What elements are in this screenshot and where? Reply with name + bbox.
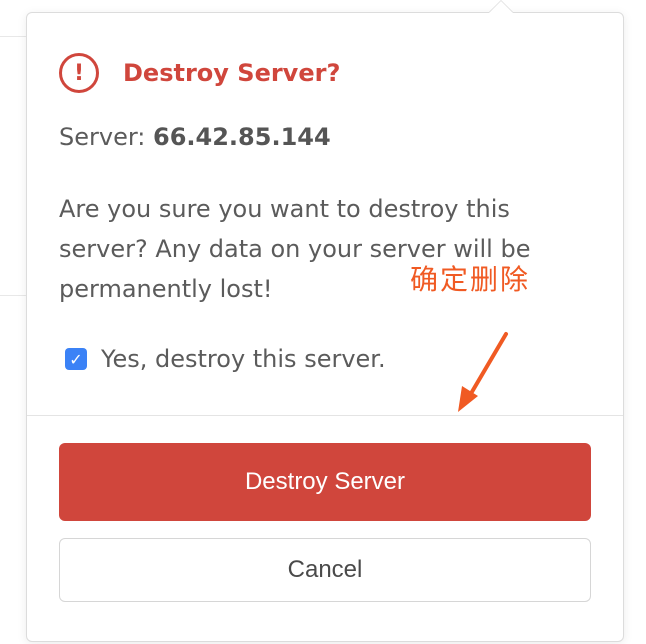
destroy-server-button[interactable]: Destroy Server [59,443,591,521]
destroy-server-popover: ! Destroy Server? Server: 66.42.85.144 A… [26,12,624,642]
annotation-label: 确定删除 [410,263,531,296]
confirm-destroy-row[interactable]: ✓ Yes, destroy this server. [65,345,386,373]
cancel-button[interactable]: Cancel [59,538,591,602]
popover-divider [27,415,623,416]
confirm-destroy-label[interactable]: Yes, destroy this server. [101,345,386,373]
popover-title: Destroy Server? [123,59,341,87]
server-label: Server: [59,123,146,151]
confirm-destroy-checkbox[interactable]: ✓ [65,348,87,370]
background-divider [0,295,26,296]
exclamation-circle-icon: ! [59,53,99,93]
server-info: Server: 66.42.85.144 [59,123,331,151]
background-divider [0,36,26,37]
popover-caret-fill [489,1,513,13]
popover-header: ! Destroy Server? [59,53,340,93]
annotation-arrow-icon [458,332,508,412]
server-ip: 66.42.85.144 [153,123,331,151]
